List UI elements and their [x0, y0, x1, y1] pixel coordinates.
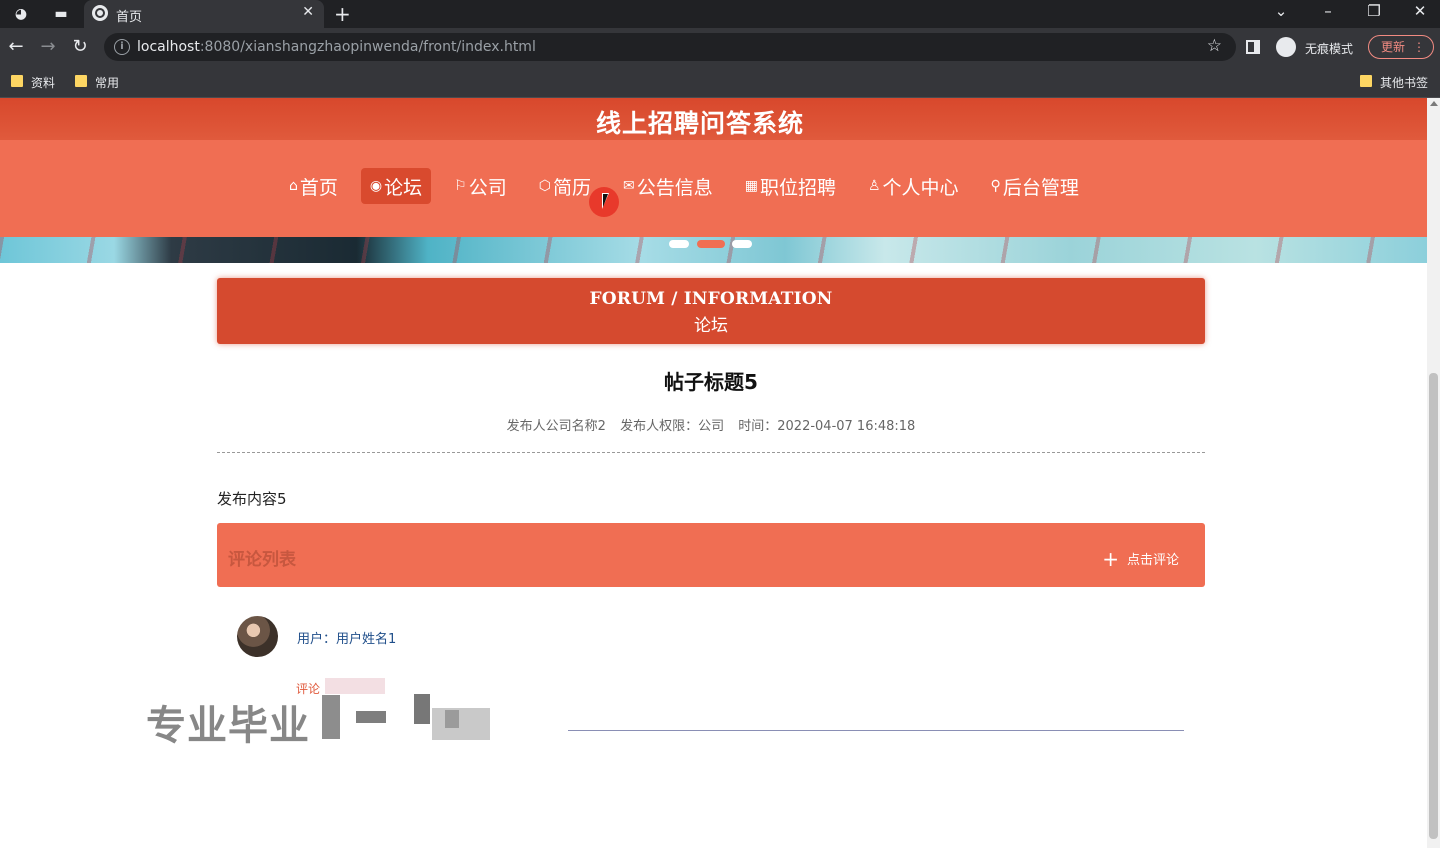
tab-search-icon[interactable]: ▬: [51, 4, 71, 24]
back-button[interactable]: ←: [5, 36, 27, 58]
bookmark-star-icon[interactable]: ☆: [1207, 36, 1222, 56]
flag-icon: ⚐: [454, 178, 467, 194]
new-tab-button[interactable]: +: [334, 2, 351, 26]
post-content: 发布内容5: [217, 490, 287, 508]
post-title: 帖子标题5: [664, 370, 758, 394]
bookmark-folder-common[interactable]: 常用: [75, 74, 119, 91]
menu-item-company[interactable]: ⚐ 公司: [445, 168, 516, 204]
update-button[interactable]: 更新 ⋮: [1368, 35, 1434, 59]
header-title-bar: 线上招聘问答系统: [0, 98, 1427, 140]
globe-icon: [92, 5, 108, 21]
bookmarks-bar: 资料 常用 其他书签: [0, 66, 1440, 98]
mail-icon: ✉: [622, 178, 635, 194]
restore-button[interactable]: ❐: [1359, 2, 1389, 20]
cube-icon: ⬡: [538, 178, 551, 194]
comment-list-bar: 评论列表 + 点击评论: [217, 523, 1205, 587]
bookmark-folder-docs[interactable]: 资料: [11, 74, 55, 91]
post-publisher: 发布人公司名称2: [506, 419, 606, 434]
carousel-dot[interactable]: [669, 240, 689, 248]
page-viewport: 线上招聘问答系统 ⌂ 首页 ◉ 论坛 ⚐ 公司 ⬡ 简历 ✉ 公告信息 ▦ 职位招聘 ♙ 个人…: [0, 98, 1440, 848]
menu-item-announcements[interactable]: ✉ 公告信息: [614, 168, 722, 204]
comment-user: 用户：用户姓名1: [297, 632, 397, 647]
home-icon: ⌂: [289, 178, 298, 194]
section-title-cn: 论坛: [694, 316, 728, 336]
browser-toolbar: ← → ↻ i localhost:8080/xianshangzhaopinw…: [0, 28, 1440, 66]
address-bar[interactable]: i localhost:8080/xianshangzhaopinwenda/f…: [104, 33, 1236, 61]
browser-tab[interactable]: 首页 ✕: [84, 0, 324, 28]
mouse-cursor-icon: [602, 193, 609, 209]
site-info-icon[interactable]: i: [114, 39, 130, 55]
gift-icon: ▦: [744, 178, 758, 194]
site-header: 线上招聘问答系统 ⌂ 首页 ◉ 论坛 ⚐ 公司 ⬡ 简历 ✉ 公告信息 ▦ 职位招聘 ♙ 个人…: [0, 98, 1427, 237]
menu-item-home[interactable]: ⌂ 首页: [280, 168, 347, 204]
link-icon: ⚲: [990, 178, 1001, 194]
mosaic-block: [356, 711, 386, 723]
browser-profile-icon[interactable]: ◕: [11, 4, 31, 24]
scroll-up-arrow-icon[interactable]: [1430, 101, 1438, 106]
menu-item-profile[interactable]: ♙ 个人中心: [859, 168, 968, 204]
menu-item-admin[interactable]: ⚲ 后台管理: [982, 168, 1088, 204]
url-text[interactable]: localhost:8080/xianshangzhaopinwenda/fro…: [137, 39, 536, 55]
menu-item-forum[interactable]: ◉ 论坛: [360, 168, 432, 204]
watermark-text: 专业毕业: [146, 703, 310, 749]
user-icon: ♙: [867, 178, 881, 194]
close-window-button[interactable]: ✕: [1405, 2, 1435, 20]
avatar: [237, 616, 278, 657]
forward-button[interactable]: →: [37, 36, 59, 58]
mosaic-block: [322, 695, 340, 739]
menu-dots-icon: ⋮: [1413, 40, 1425, 54]
browser-tab-strip: ◕ ▬ 首页 ✕ + ⌄ – ❐ ✕: [0, 0, 1440, 28]
carousel-dot-active[interactable]: [697, 240, 725, 248]
side-panel-icon[interactable]: [1246, 40, 1260, 54]
site-title: 线上招聘问答系统: [595, 109, 804, 138]
section-title-en: FORUM / INFORMATION: [589, 289, 833, 309]
plus-icon: +: [1102, 547, 1119, 571]
scrollbar-thumb[interactable]: [1429, 373, 1438, 839]
other-bookmarks-folder[interactable]: 其他书签: [1360, 74, 1428, 91]
main-menu: ⌂ 首页 ◉ 论坛 ⚐ 公司 ⬡ 简历 ✉ 公告信息 ▦ 职位招聘 ♙ 个人中心 ⚲ 后台管理: [280, 168, 1102, 206]
post-meta: 发布人公司名称2 发布人权限：公司 时间：2022-04-07 16:48:18: [217, 415, 1205, 434]
post-time: 时间：2022-04-07 16:48:18: [738, 419, 916, 434]
mosaic-block: [325, 678, 385, 694]
page-scrollbar[interactable]: [1427, 98, 1440, 848]
incognito-label[interactable]: 无痕模式: [1305, 40, 1353, 57]
mosaic-block: [414, 694, 430, 724]
forum-icon: ◉: [369, 178, 383, 194]
mosaic-block: [445, 710, 459, 728]
post-role: 发布人权限：公司: [620, 419, 725, 434]
tab-title: 首页: [116, 10, 143, 25]
divider: [217, 452, 1205, 453]
comment-divider: [568, 730, 1184, 731]
minimize-button[interactable]: –: [1313, 2, 1343, 20]
tab-list-chevron-icon[interactable]: ⌄: [1266, 2, 1296, 20]
carousel-dot[interactable]: [732, 240, 752, 248]
tab-close-icon[interactable]: ✕: [302, 4, 314, 20]
add-comment-button[interactable]: + 点击评论: [1102, 545, 1179, 571]
reload-button[interactable]: ↻: [69, 36, 91, 58]
section-heading: FORUM / INFORMATION 论坛: [217, 278, 1205, 344]
mosaic-block: [432, 708, 490, 740]
menu-item-jobs[interactable]: ▦ 职位招聘: [736, 168, 845, 204]
banner-carousel: [0, 237, 1427, 263]
comment-list-title: 评论列表: [228, 550, 296, 570]
incognito-icon[interactable]: [1276, 37, 1296, 57]
